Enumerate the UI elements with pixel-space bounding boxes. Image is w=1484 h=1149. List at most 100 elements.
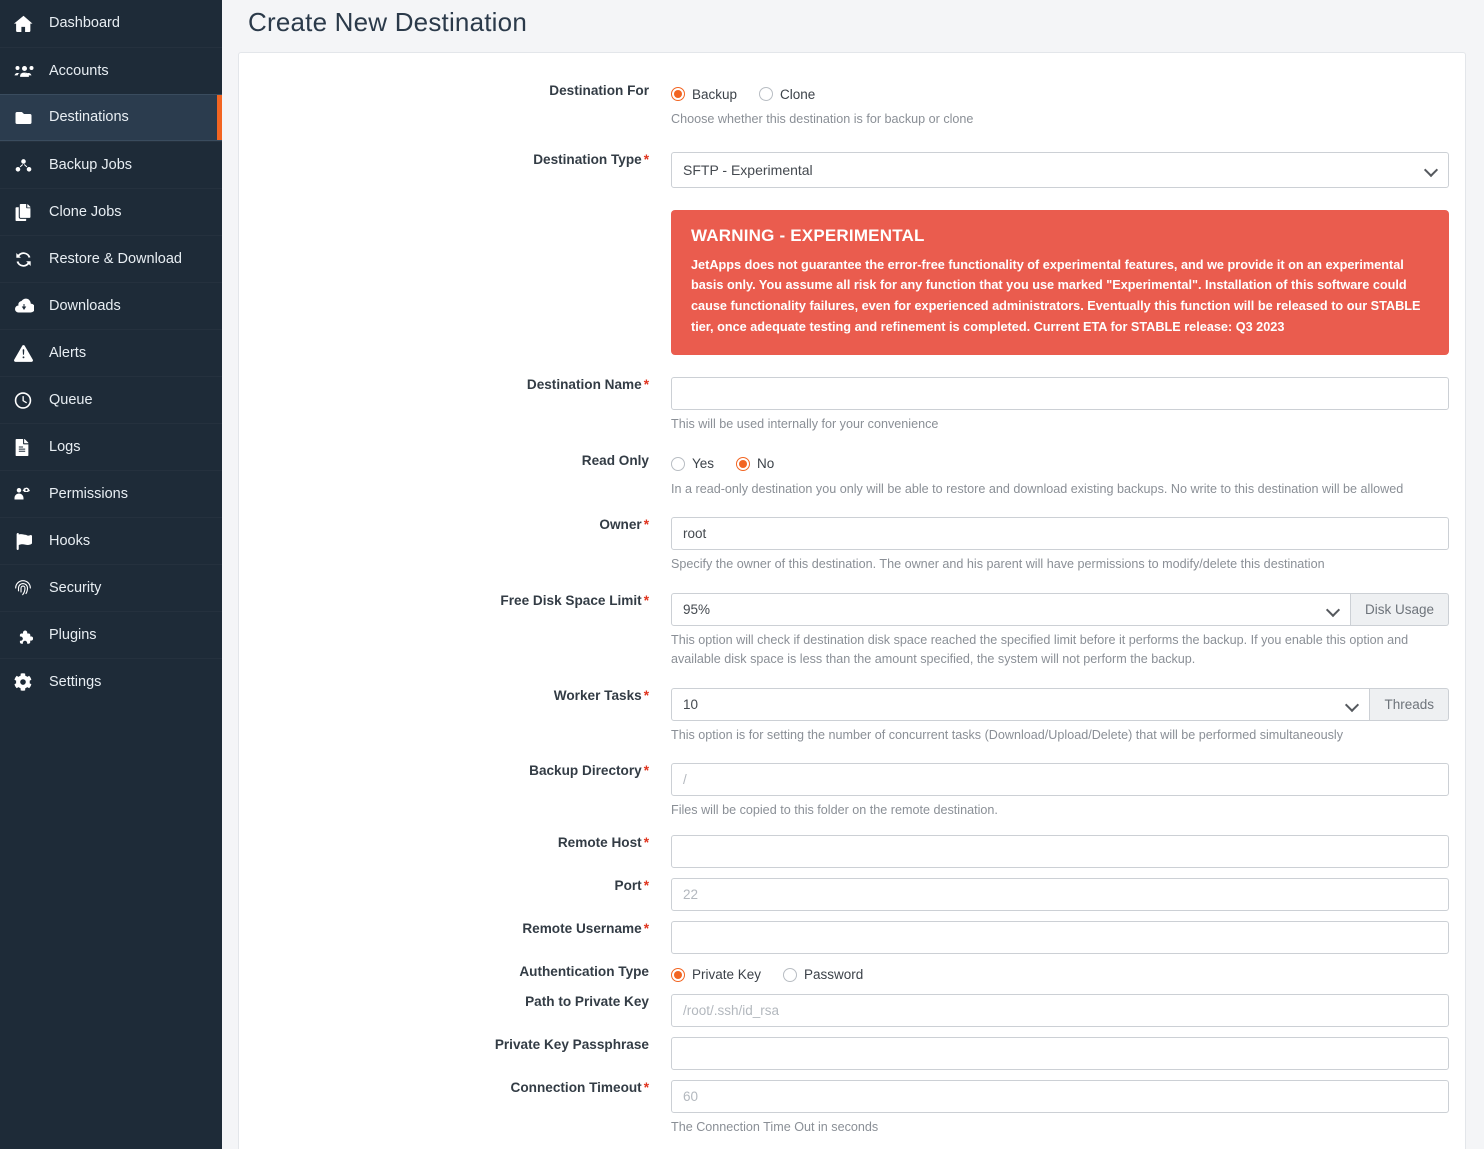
required-marker: * (643, 592, 649, 608)
required-marker: * (643, 1079, 649, 1095)
field-remote-host: Remote Host * (239, 834, 1449, 868)
threads-button[interactable]: Threads (1370, 687, 1449, 721)
destination-for-radio-group: Backup Clone (671, 83, 1449, 105)
backup-directory-label: Backup Directory * (529, 763, 649, 779)
sidebar-item-settings[interactable]: Settings (0, 658, 222, 705)
backup-directory-input[interactable] (671, 763, 1449, 797)
sidebar-item-downloads[interactable]: Downloads (0, 282, 222, 329)
radio-destination-for-backup[interactable]: Backup (671, 87, 737, 102)
network-nodes-icon (14, 155, 40, 175)
destination-name-label: Destination Name * (526, 377, 649, 393)
connection-timeout-input[interactable] (671, 1079, 1449, 1113)
sidebar-item-hooks[interactable]: Hooks (0, 517, 222, 564)
radio-label-backup: Backup (692, 86, 738, 102)
radio-label-clone: Clone (780, 86, 816, 102)
radio-auth-private-key[interactable]: Private Key (671, 967, 761, 982)
sidebar-item-clone-jobs[interactable]: Clone Jobs (0, 188, 222, 235)
sidebar-item-destinations[interactable]: Destinations (0, 94, 222, 141)
worker-tasks-select[interactable]: 10 (671, 687, 1371, 721)
remote-username-input[interactable] (671, 920, 1449, 954)
warning-body: JetApps does not guarantee the error-fre… (691, 257, 1421, 334)
free-disk-space-limit-select[interactable]: 95% (671, 592, 1351, 626)
field-path-to-private-key: Path to Private Key (239, 993, 1449, 1027)
required-marker: * (643, 151, 649, 167)
document-icon (14, 437, 40, 457)
sidebar-item-accounts[interactable]: Accounts (0, 47, 222, 94)
puzzle-piece-icon (14, 625, 40, 645)
home-icon (14, 14, 40, 34)
radio-label-password: Password (804, 967, 864, 983)
sidebar-item-label: Queue (49, 391, 93, 408)
destination-for-label: Destination For (549, 83, 649, 98)
owner-input[interactable] (671, 517, 1449, 551)
radio-dot-no (736, 456, 751, 471)
sidebar-item-label: Backup Jobs (49, 156, 133, 173)
radio-read-only-no[interactable]: No (736, 456, 774, 471)
connection-timeout-label: Connection Timeout * (510, 1079, 649, 1095)
required-marker: * (643, 877, 649, 893)
sidebar-item-label: Clone Jobs (49, 203, 122, 220)
experimental-warning-row: WARNING - EXPERIMENTAL JetApps does not … (239, 209, 1449, 356)
field-owner: Owner* Specify the owner of this destina… (239, 517, 1449, 575)
destination-type-select[interactable]: SFTP - Experimental (671, 151, 1449, 188)
sidebar-item-label: Plugins (49, 626, 97, 643)
field-free-disk-space-limit: Free Disk Space Limit * 95% Disk Usage Th… (239, 592, 1449, 670)
sidebar-item-label: Security (49, 579, 102, 596)
sidebar-item-label: Logs (49, 438, 81, 455)
field-port: Port * (239, 877, 1449, 911)
radio-dot-backup (671, 87, 685, 101)
destination-type-label: Destination Type * (533, 151, 649, 167)
radio-dot-yes (671, 456, 685, 471)
sidebar-item-plugins[interactable]: Plugins (0, 611, 222, 658)
disk-usage-button[interactable]: Disk Usage (1350, 592, 1449, 626)
authentication-type-radio-group: Private Key Password (671, 964, 1449, 986)
gear-icon (14, 672, 40, 692)
sidebar-item-permissions[interactable]: Permissions (0, 470, 222, 517)
radio-destination-for-clone[interactable]: Clone (759, 87, 815, 102)
sidebar-nav: Dashboard Accounts Destinations Backup Jobs… (0, 0, 222, 1149)
read-only-help: In a read-only destination you only will… (671, 481, 1404, 496)
required-marker: * (643, 920, 649, 936)
remote-username-label: Remote Username * (522, 920, 649, 936)
sidebar-item-backup-jobs[interactable]: Backup Jobs (0, 141, 222, 188)
sidebar-item-label: Accounts (49, 62, 109, 79)
remote-host-input[interactable] (671, 834, 1449, 868)
path-to-private-key-input[interactable] (671, 993, 1449, 1027)
destination-name-input[interactable] (671, 377, 1449, 411)
required-marker: * (643, 517, 649, 533)
sidebar-item-restore-download[interactable]: Restore & Download (0, 235, 222, 282)
sidebar-item-alerts[interactable]: Alerts (0, 329, 222, 376)
radio-read-only-yes[interactable]: Yes (671, 456, 714, 471)
owner-label: Owner * (599, 517, 649, 533)
field-backup-directory: Backup Directory* Files will be copied t… (239, 763, 1449, 821)
port-input[interactable] (671, 877, 1449, 911)
destination-name-help: This will be used internally for your co… (671, 417, 939, 432)
sidebar-item-queue[interactable]: Queue (0, 376, 222, 423)
users-gear-icon (14, 484, 40, 504)
required-marker: * (643, 377, 649, 393)
path-to-private-key-label: Path to Private Key (525, 993, 649, 1009)
sidebar-item-dashboard[interactable]: Dashboard (0, 0, 222, 47)
read-only-radio-group: Yes No (671, 453, 1449, 475)
clock-icon (14, 390, 40, 410)
fingerprint-icon (14, 578, 40, 598)
radio-dot-password (783, 967, 798, 982)
folder-icon (14, 108, 40, 128)
cloud-download-icon (14, 296, 40, 316)
backup-directory-help: Files will be copied to this folder on t… (671, 803, 998, 818)
field-worker-tasks: Worker Tasks * 10 Threads This option is … (239, 687, 1449, 746)
sync-icon (14, 249, 40, 269)
warning-triangle-icon (14, 343, 40, 363)
private-key-passphrase-input[interactable] (671, 1036, 1449, 1070)
page-title: Create New Destination (248, 7, 527, 37)
sidebar-item-label: Alerts (49, 344, 87, 361)
sidebar-item-logs[interactable]: Logs (0, 423, 222, 470)
free-disk-space-limit-select-wrapper: 95% (671, 592, 1351, 626)
field-destination-for: Destination For Backup Clone Choose whet… (239, 83, 1449, 130)
radio-label-private-key: Private Key (692, 967, 762, 983)
authentication-type-label: Authentication Type (519, 963, 649, 979)
sidebar-item-security[interactable]: Security (0, 564, 222, 611)
connection-timeout-help: The Connection Time Out in seconds (671, 1119, 879, 1134)
radio-auth-password[interactable]: Password (783, 967, 863, 982)
free-disk-space-limit-help: This option will check if destination di… (671, 632, 1409, 667)
